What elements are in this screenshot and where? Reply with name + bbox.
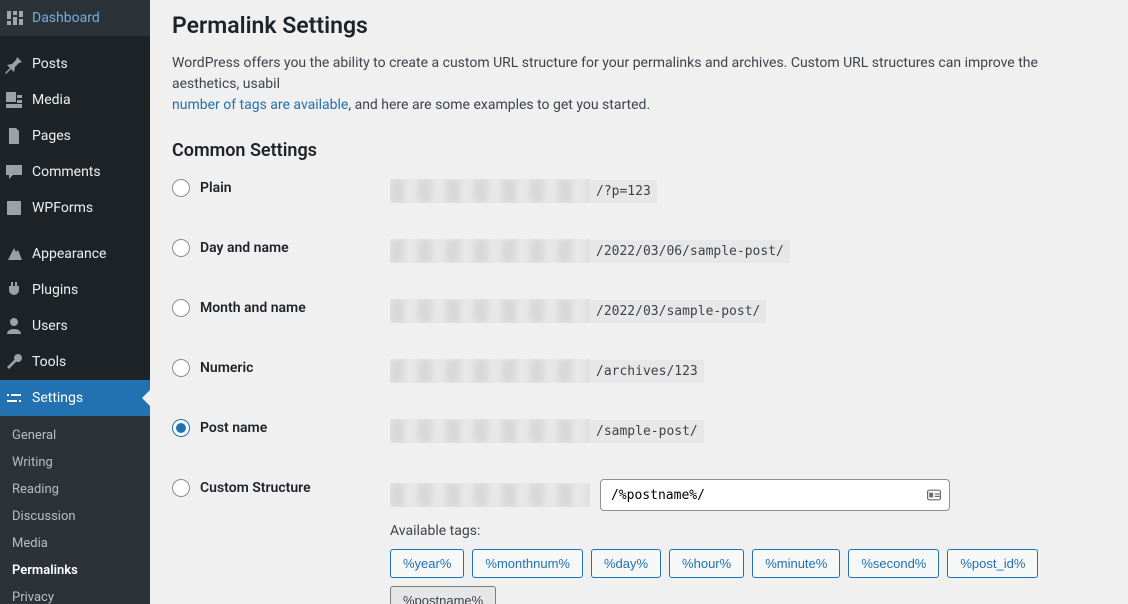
url-suffix: /sample-post/: [590, 420, 704, 443]
sidebar-item-settings[interactable]: Settings: [0, 380, 150, 416]
available-tags: %year% %monthnum% %day% %hour% %minute% …: [390, 549, 1106, 604]
tag-day[interactable]: %day%: [591, 549, 661, 578]
option-text: Numeric: [200, 360, 253, 376]
option-text: Month and name: [200, 300, 306, 316]
contact-card-icon: [926, 487, 942, 503]
menu-label: Users: [32, 318, 68, 334]
radio-numeric[interactable]: [172, 359, 190, 377]
blurred-domain: [390, 359, 590, 383]
admin-sidebar: Dashboard Posts Media Pages Comments WPF…: [0, 0, 150, 604]
media-icon: [4, 90, 24, 110]
main-content: Permalink Settings WordPress offers you …: [150, 0, 1128, 604]
option-label[interactable]: Month and name: [172, 299, 390, 317]
option-numeric: Numeric /archives/123: [172, 359, 1106, 383]
tag-year[interactable]: %year%: [390, 549, 464, 578]
appearance-icon: [4, 244, 24, 264]
blurred-domain: [390, 299, 590, 323]
users-icon: [4, 316, 24, 336]
sidebar-item-plugins[interactable]: Plugins: [0, 272, 150, 308]
sidebar-item-dashboard[interactable]: Dashboard: [0, 0, 150, 36]
dashboard-icon: [4, 8, 24, 28]
option-text: Custom Structure: [200, 480, 311, 496]
option-custom-structure: Custom Structure Available tags: %year% …: [172, 479, 1106, 604]
intro-tail: , and here are some examples to get you …: [348, 97, 650, 113]
menu-label: Media: [32, 92, 71, 108]
sidebar-item-users[interactable]: Users: [0, 308, 150, 344]
tag-hour[interactable]: %hour%: [669, 549, 744, 578]
radio-post-name[interactable]: [172, 419, 190, 437]
submenu-permalinks[interactable]: Permalinks: [0, 557, 150, 584]
option-label[interactable]: Day and name: [172, 239, 390, 257]
pages-icon: [4, 126, 24, 146]
option-label[interactable]: Post name: [172, 419, 390, 437]
blurred-domain: [390, 239, 590, 263]
comments-icon: [4, 162, 24, 182]
sidebar-item-comments[interactable]: Comments: [0, 154, 150, 190]
wpforms-icon: [4, 198, 24, 218]
intro-text: WordPress offers you the ability to crea…: [172, 55, 1038, 92]
settings-icon: [4, 388, 24, 408]
submenu-reading[interactable]: Reading: [0, 476, 150, 503]
menu-label: Comments: [32, 164, 101, 180]
submenu-writing[interactable]: Writing: [0, 449, 150, 476]
sidebar-item-appearance[interactable]: Appearance: [0, 236, 150, 272]
option-post-name: Post name /sample-post/: [172, 419, 1106, 443]
option-month-and-name: Month and name /2022/03/sample-post/: [172, 299, 1106, 323]
submenu-discussion[interactable]: Discussion: [0, 503, 150, 530]
available-tags-label: Available tags:: [390, 523, 1106, 539]
url-suffix: /?p=123: [590, 180, 657, 203]
menu-label: Appearance: [32, 246, 106, 262]
tag-minute[interactable]: %minute%: [752, 549, 840, 578]
menu-label: Settings: [32, 390, 83, 406]
tools-icon: [4, 352, 24, 372]
sidebar-item-wpforms[interactable]: WPForms: [0, 190, 150, 226]
option-text: Plain: [200, 180, 232, 196]
menu-label: WPForms: [32, 200, 93, 216]
tag-postname[interactable]: %postname%: [390, 586, 496, 604]
url-suffix: /2022/03/sample-post/: [590, 300, 766, 323]
sidebar-item-tools[interactable]: Tools: [0, 344, 150, 380]
sidebar-item-media[interactable]: Media: [0, 82, 150, 118]
tag-monthnum[interactable]: %monthnum%: [472, 549, 583, 578]
option-text: Post name: [200, 420, 267, 436]
menu-label: Tools: [32, 354, 66, 370]
sidebar-item-posts[interactable]: Posts: [0, 46, 150, 82]
intro-paragraph: WordPress offers you the ability to crea…: [172, 53, 1106, 116]
menu-label: Plugins: [32, 282, 78, 298]
menu-label: Pages: [32, 128, 71, 144]
menu-label: Dashboard: [32, 10, 100, 26]
url-suffix: /archives/123: [590, 360, 704, 383]
blurred-domain: [390, 483, 590, 507]
blurred-domain: [390, 419, 590, 443]
sidebar-item-pages[interactable]: Pages: [0, 118, 150, 154]
tag-post-id[interactable]: %post_id%: [947, 549, 1038, 578]
option-label[interactable]: Custom Structure: [172, 479, 390, 497]
option-text: Day and name: [200, 240, 289, 256]
common-settings-heading: Common Settings: [172, 140, 1106, 161]
submenu-general[interactable]: General: [0, 422, 150, 449]
radio-day-and-name[interactable]: [172, 239, 190, 257]
radio-custom[interactable]: [172, 479, 190, 497]
custom-structure-input[interactable]: [600, 479, 950, 511]
pin-icon: [4, 54, 24, 74]
option-label[interactable]: Numeric: [172, 359, 390, 377]
tag-second[interactable]: %second%: [848, 549, 939, 578]
plugins-icon: [4, 280, 24, 300]
radio-month-and-name[interactable]: [172, 299, 190, 317]
intro-link[interactable]: number of tags are available: [172, 97, 348, 113]
menu-label: Posts: [32, 56, 68, 72]
url-suffix: /2022/03/06/sample-post/: [590, 240, 790, 263]
settings-submenu: General Writing Reading Discussion Media…: [0, 416, 150, 604]
submenu-media[interactable]: Media: [0, 530, 150, 557]
radio-plain[interactable]: [172, 179, 190, 197]
submenu-privacy[interactable]: Privacy: [0, 584, 150, 604]
option-day-and-name: Day and name /2022/03/06/sample-post/: [172, 239, 1106, 263]
blurred-domain: [390, 179, 590, 203]
page-title: Permalink Settings: [172, 12, 1106, 39]
option-plain: Plain /?p=123: [172, 179, 1106, 203]
option-label[interactable]: Plain: [172, 179, 390, 197]
